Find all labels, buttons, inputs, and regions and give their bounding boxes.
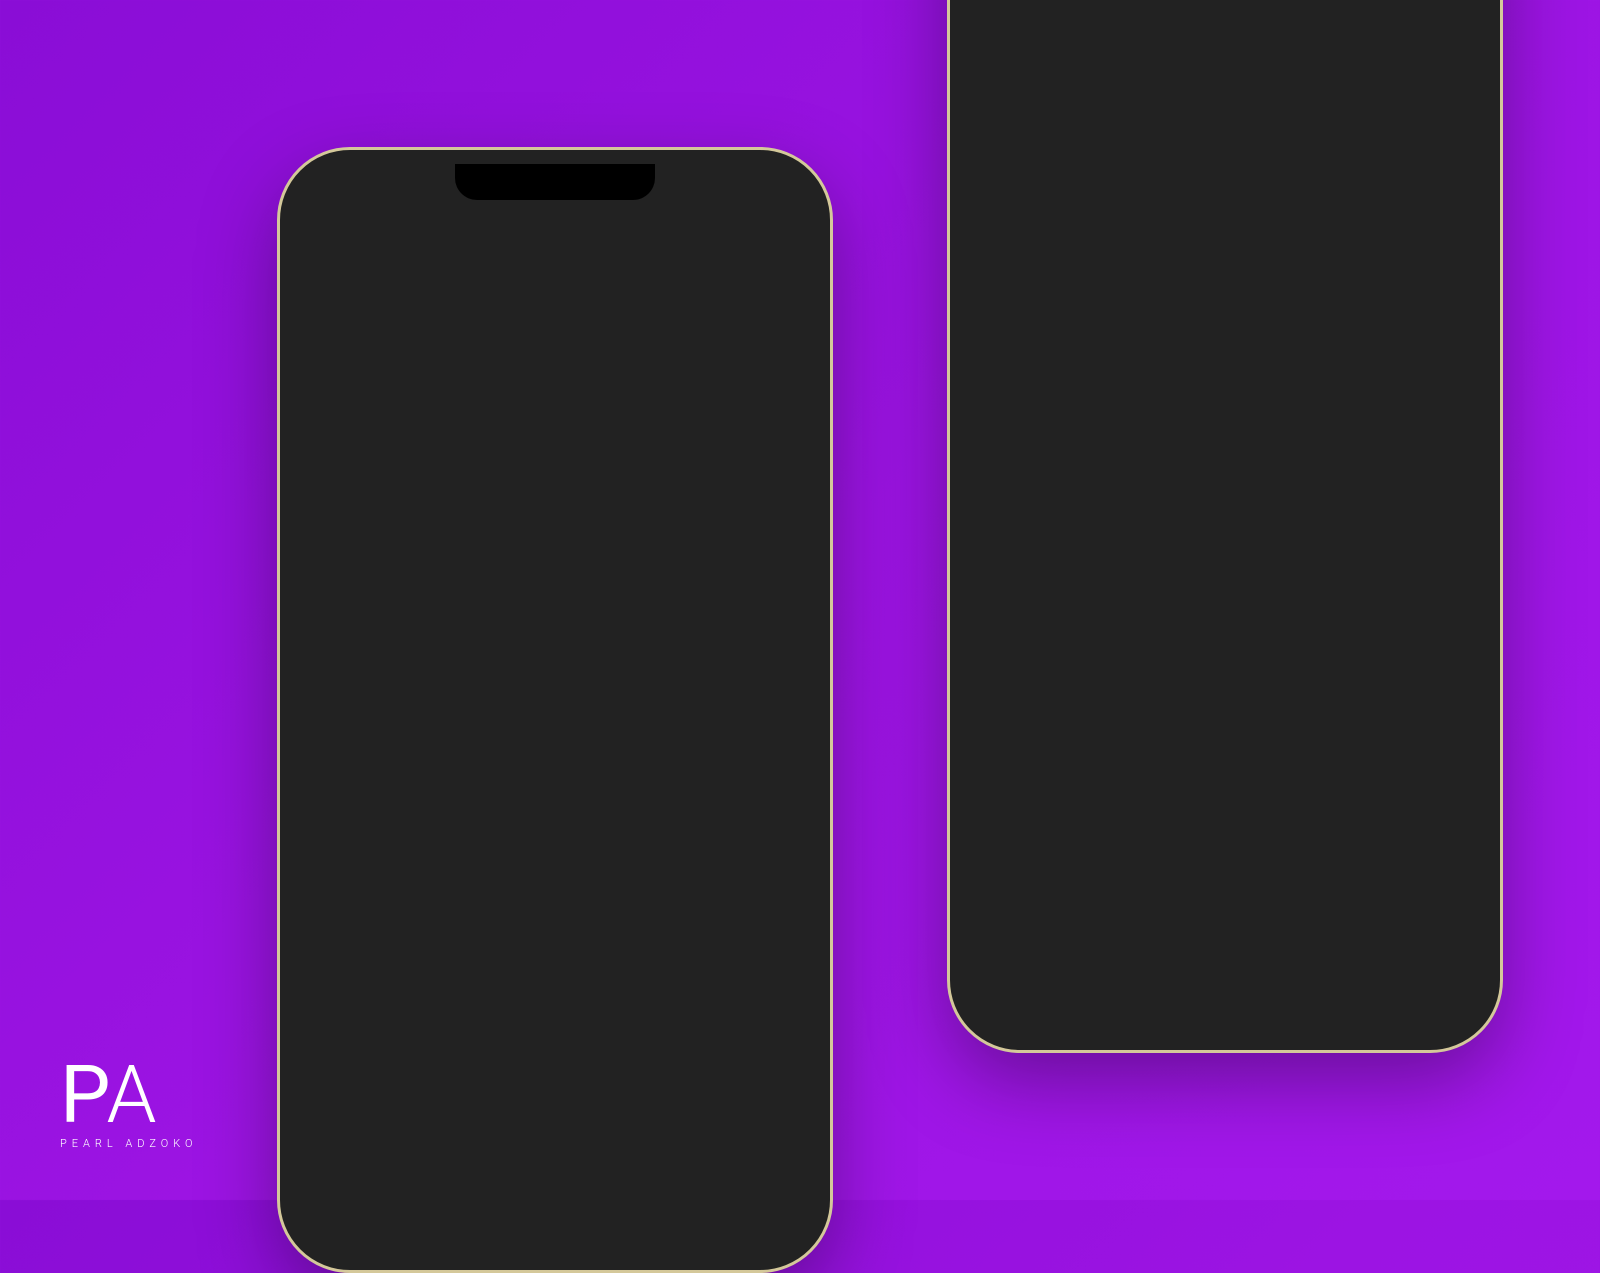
task-card[interactable]: Conduct a usability Test for the first p… [990, 484, 1460, 598]
progress-label: Progress [714, 799, 778, 818]
project-card-desc: "Design a visually striking brochure to … [342, 714, 778, 762]
task-label: Label Name: Phase 3 [1009, 667, 1441, 685]
stat-completed[interactable]: 100 Completed [320, 367, 567, 537]
task-icon [1099, 185, 1116, 202]
task-checkbox[interactable] [1009, 735, 1031, 757]
project-card-title: Design work for the NGO in Kumasi. [342, 630, 778, 659]
stat-cancelled-label: Cancelled [650, 502, 716, 520]
task-date: Jan 09,2023 [700, 975, 771, 990]
check-circle-icon [339, 386, 377, 424]
task-name: Create a moodboard for Ama [1045, 397, 1356, 421]
labels-chip[interactable]: 3 Labels [990, 184, 1071, 202]
task-card[interactable]: Create a moodboard for Ama Jan 09,2023 L… [320, 958, 790, 1048]
stat-active[interactable]: 50 Active [581, 367, 790, 445]
created-on-value: Jan 09,2023 [1071, 126, 1153, 144]
bookmark-icon [990, 185, 1007, 202]
project-card[interactable]: Design work for the NGO in Kumasi. Jan 0… [320, 608, 800, 891]
task-date: Jan 09,2023 [1370, 733, 1441, 748]
task-checkbox[interactable] [339, 977, 361, 999]
status-badge: Active [1382, 126, 1460, 154]
projects-heading: Projects [320, 567, 402, 592]
calendar-icon [342, 677, 360, 695]
project-card-peek[interactable]: DK "D ra to 60 [814, 608, 816, 891]
avatar[interactable] [320, 220, 360, 260]
task-date: Jan 09,2023 [1370, 397, 1441, 412]
task-checkbox[interactable] [1009, 503, 1031, 525]
phone-notch [455, 164, 655, 200]
task-label: Label Name: Phase 3 [1009, 563, 1441, 581]
view-all-link[interactable]: View All [729, 570, 790, 590]
stat-active-value: 50 [650, 384, 691, 408]
task-date: Jan 09,2023 [1370, 501, 1441, 516]
task-date: Jan 09,2023 [1370, 629, 1441, 644]
task-checkbox[interactable] [1009, 399, 1031, 421]
task-checkbox[interactable] [1009, 631, 1031, 653]
task-card[interactable]: Design a high-fidelity wireframe Jan 09,2… [990, 612, 1460, 702]
project-hero-image [990, 0, 1460, 64]
description-heading: Project Description [990, 222, 1460, 242]
description-text: Design a visually striking brochure to r… [990, 248, 1460, 320]
notification-bell-icon[interactable] [764, 227, 790, 253]
phone-mockup-home: Hey, Pearl You've got 10 task today. Rea… [280, 150, 830, 1270]
subgreeting: You've got 10 task today. Ready? [320, 318, 790, 339]
task-name: Conduct a usability Test for the first p… [1045, 501, 1356, 549]
project-card-date: Jan 09,2023 [368, 677, 455, 696]
task-name: Create a moodboard for Ama [375, 975, 686, 999]
x-circle-icon [598, 479, 636, 517]
category-value: Technology [1059, 152, 1136, 170]
stat-cancelled-value: 10 [650, 476, 716, 500]
stat-active-label: Active [650, 410, 691, 428]
task-name: Design a low-fidelity wireframe [1045, 733, 1356, 757]
task-label: Label Name: Phase 2 [339, 1013, 771, 1031]
greeting: Hey, Pearl [320, 280, 790, 310]
task-card[interactable]: Create a moodboard for Ama Jan 09,2023 Lab… [990, 380, 1460, 470]
project-task-heading: Project Task [990, 342, 1460, 366]
tasks-chip[interactable]: 10 Tasks [1099, 184, 1184, 202]
task-label: Label Name: Phase 2 [1009, 435, 1441, 453]
task-card[interactable]: Design a low-fidelity wireframe Jan 09,20… [990, 716, 1460, 774]
category-label: Category: [990, 152, 1055, 170]
phone-mockup-detail: Design work for the NGO in Kumasi. Creat… [950, 0, 1500, 1050]
progress-bar [342, 784, 778, 789]
stat-cancelled[interactable]: 10 Cancelled [581, 459, 790, 537]
stat-completed-value: 100 [339, 464, 548, 488]
project-title: Design work for the NGO in Kumasi. [990, 82, 1460, 110]
activity-icon [598, 387, 636, 425]
created-on-label: Created on: [990, 126, 1068, 144]
task-name: Design a high-fidelity wireframe [1045, 629, 1356, 653]
brand-logo: PA PEARL ADZOKO [60, 1059, 197, 1150]
stat-completed-label: Completed [339, 490, 548, 508]
todays-task-heading: Today's Task [320, 919, 790, 944]
progress-percent: 60% [342, 799, 372, 818]
notification-dot [780, 226, 788, 234]
